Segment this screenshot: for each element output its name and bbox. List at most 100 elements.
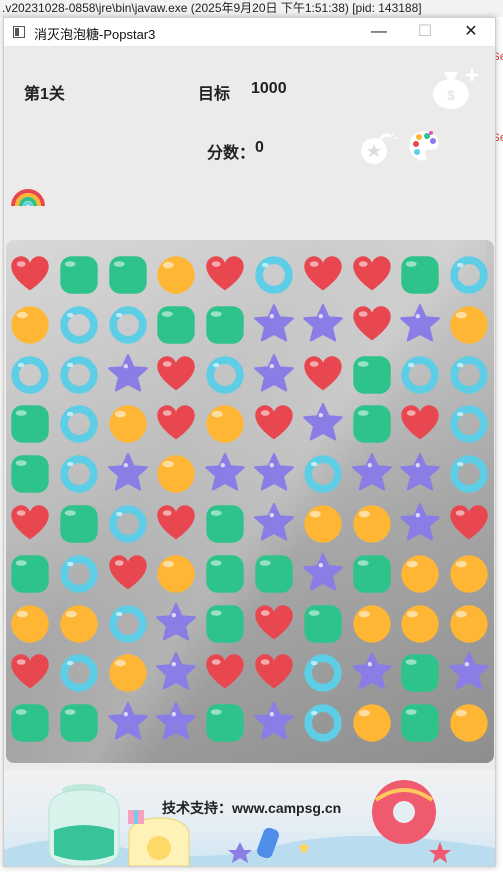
tile-heart[interactable] (300, 352, 346, 398)
tile-square[interactable] (251, 551, 297, 597)
tile-star[interactable] (446, 650, 492, 696)
tile-heart[interactable] (349, 252, 395, 298)
tile-heart[interactable] (153, 352, 199, 398)
tile-star[interactable] (202, 451, 248, 497)
tile-circle[interactable] (446, 700, 492, 746)
tile-square[interactable] (56, 501, 102, 547)
tile-ring[interactable] (105, 601, 151, 647)
tile-star[interactable] (251, 700, 297, 746)
tile-star[interactable] (251, 501, 297, 547)
rainbow-icon[interactable] (10, 178, 46, 213)
tile-heart[interactable] (251, 650, 297, 696)
tile-heart[interactable] (251, 401, 297, 447)
tile-star[interactable] (300, 302, 346, 348)
tile-ring[interactable] (56, 352, 102, 398)
tile-circle[interactable] (153, 451, 199, 497)
tile-square[interactable] (202, 551, 248, 597)
tile-square[interactable] (7, 700, 53, 746)
tile-ring[interactable] (300, 451, 346, 497)
tile-square[interactable] (202, 700, 248, 746)
tile-circle[interactable] (349, 501, 395, 547)
tile-square[interactable] (7, 451, 53, 497)
tile-ring[interactable] (300, 700, 346, 746)
tile-heart[interactable] (300, 252, 346, 298)
tile-circle[interactable] (300, 501, 346, 547)
tile-star[interactable] (105, 451, 151, 497)
tile-ring[interactable] (446, 252, 492, 298)
tile-circle[interactable] (153, 252, 199, 298)
tile-circle[interactable] (153, 551, 199, 597)
tile-heart[interactable] (7, 650, 53, 696)
money-bag-icon[interactable]: $ (426, 64, 482, 115)
tile-heart[interactable] (105, 551, 151, 597)
tile-star[interactable] (251, 451, 297, 497)
tile-star[interactable] (349, 451, 395, 497)
tile-ring[interactable] (446, 401, 492, 447)
tile-ring[interactable] (300, 650, 346, 696)
tile-heart[interactable] (153, 501, 199, 547)
tile-star[interactable] (153, 601, 199, 647)
tile-star[interactable] (349, 650, 395, 696)
tile-circle[interactable] (7, 601, 53, 647)
tile-square[interactable] (300, 601, 346, 647)
close-button[interactable]: ✕ (448, 18, 494, 46)
tile-circle[interactable] (349, 700, 395, 746)
tile-ring[interactable] (446, 352, 492, 398)
tile-star[interactable] (251, 352, 297, 398)
tile-star[interactable] (397, 501, 443, 547)
tile-ring[interactable] (446, 451, 492, 497)
tile-heart[interactable] (251, 601, 297, 647)
tile-square[interactable] (349, 401, 395, 447)
tile-circle[interactable] (105, 650, 151, 696)
title-bar[interactable]: 消灭泡泡糖-Popstar3 — ☐ ✕ (4, 18, 495, 47)
tile-square[interactable] (56, 252, 102, 298)
tile-square[interactable] (105, 252, 151, 298)
tile-star[interactable] (153, 650, 199, 696)
tile-ring[interactable] (202, 352, 248, 398)
tile-square[interactable] (349, 352, 395, 398)
tile-ring[interactable] (56, 302, 102, 348)
tile-square[interactable] (397, 700, 443, 746)
tile-square[interactable] (56, 700, 102, 746)
tile-star[interactable] (153, 700, 199, 746)
tile-square[interactable] (7, 401, 53, 447)
tile-star[interactable] (300, 551, 346, 597)
tile-ring[interactable] (56, 650, 102, 696)
tile-heart[interactable] (446, 501, 492, 547)
tile-circle[interactable] (7, 302, 53, 348)
tile-heart[interactable] (202, 252, 248, 298)
palette-icon[interactable] (406, 128, 442, 169)
bomb-icon[interactable] (358, 130, 398, 171)
tile-square[interactable] (202, 601, 248, 647)
tile-square[interactable] (7, 551, 53, 597)
tile-star[interactable] (105, 700, 151, 746)
tile-heart[interactable] (349, 302, 395, 348)
tile-circle[interactable] (446, 551, 492, 597)
tile-ring[interactable] (56, 401, 102, 447)
tile-star[interactable] (300, 401, 346, 447)
tile-circle[interactable] (202, 401, 248, 447)
tile-star[interactable] (397, 302, 443, 348)
tile-heart[interactable] (397, 401, 443, 447)
tile-star[interactable] (105, 352, 151, 398)
tile-ring[interactable] (105, 302, 151, 348)
tile-heart[interactable] (153, 401, 199, 447)
tile-circle[interactable] (446, 601, 492, 647)
tile-circle[interactable] (446, 302, 492, 348)
tile-square[interactable] (349, 551, 395, 597)
tile-star[interactable] (397, 451, 443, 497)
tile-square[interactable] (397, 252, 443, 298)
tile-circle[interactable] (105, 401, 151, 447)
tile-heart[interactable] (202, 650, 248, 696)
tile-ring[interactable] (7, 352, 53, 398)
minimize-button[interactable]: — (356, 18, 402, 46)
tile-square[interactable] (202, 501, 248, 547)
tile-ring[interactable] (251, 252, 297, 298)
tile-square[interactable] (153, 302, 199, 348)
tile-circle[interactable] (56, 601, 102, 647)
tile-ring[interactable] (105, 501, 151, 547)
tile-square[interactable] (397, 650, 443, 696)
tile-circle[interactable] (349, 601, 395, 647)
tile-star[interactable] (251, 302, 297, 348)
tile-ring[interactable] (56, 551, 102, 597)
